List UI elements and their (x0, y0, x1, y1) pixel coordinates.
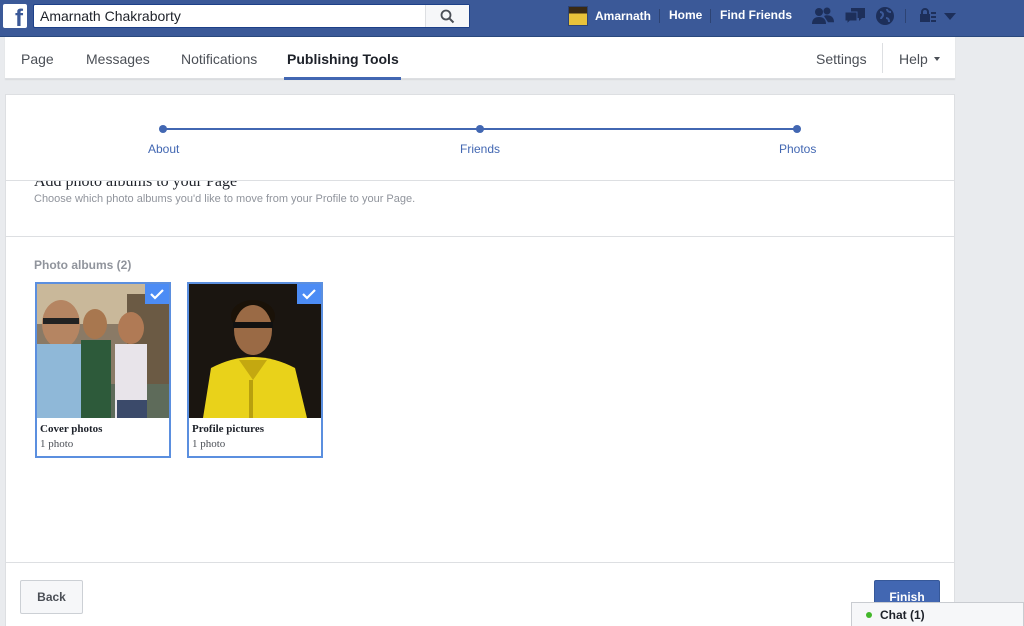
step-dot-photos (793, 125, 801, 133)
step-dot-friends (476, 125, 484, 133)
tab-settings[interactable]: Settings (816, 51, 867, 67)
chat-bar[interactable]: Chat (1) (851, 602, 1024, 626)
profile-link[interactable]: Amarnath (568, 5, 651, 27)
section-title: Add photo albums to your Page (34, 181, 238, 190)
footer-divider (6, 562, 954, 563)
progress-steps: About Friends Photos (6, 95, 954, 181)
find-friends-link[interactable]: Find Friends (720, 8, 792, 22)
help-label: Help (899, 51, 928, 67)
active-tab-indicator (284, 77, 401, 80)
privacy-lock-icon[interactable] (918, 6, 938, 26)
facebook-logo-icon[interactable]: f (3, 4, 27, 31)
friend-requests-icon[interactable] (811, 6, 835, 26)
intro-section: Add photo albums to your Page Choose whi… (6, 181, 954, 237)
checkmark-icon (150, 289, 164, 300)
top-bar: f Amarnath Home Find Friends (0, 0, 1024, 37)
album-card-cover-photos[interactable]: Cover photos 1 photo (35, 282, 171, 458)
tabs-divider (882, 43, 883, 73)
step-photos[interactable]: Photos (779, 142, 816, 156)
album-count: 1 photo (192, 438, 226, 450)
account-menu-arrow-icon[interactable] (943, 6, 957, 26)
messages-icon[interactable] (843, 6, 867, 26)
home-link[interactable]: Home (669, 8, 702, 22)
avatar (568, 6, 588, 26)
search-button[interactable] (425, 5, 469, 27)
online-status-icon (866, 612, 872, 618)
search-box (33, 4, 470, 28)
album-name: Profile pictures (192, 423, 264, 435)
profile-name: Amarnath (595, 9, 652, 23)
tab-notifications[interactable]: Notifications (181, 51, 257, 67)
step-friends[interactable]: Friends (460, 142, 500, 156)
tab-publishing-tools[interactable]: Publishing Tools (287, 51, 399, 67)
back-button[interactable]: Back (20, 580, 83, 614)
nav-divider (905, 9, 906, 23)
tab-page[interactable]: Page (21, 51, 54, 67)
nav-divider (710, 9, 711, 23)
tab-messages[interactable]: Messages (86, 51, 150, 67)
section-subtitle: Choose which photo albums you'd like to … (34, 193, 416, 205)
search-icon (440, 9, 455, 24)
checkmark-icon (302, 289, 316, 300)
album-thumbnail (189, 284, 321, 418)
selected-check (145, 284, 169, 304)
nav-divider (659, 9, 660, 23)
chevron-down-icon (933, 57, 940, 61)
notifications-globe-icon[interactable] (875, 6, 895, 26)
selected-check (297, 284, 321, 304)
album-card-profile-pictures[interactable]: Profile pictures 1 photo (187, 282, 323, 458)
album-name: Cover photos (40, 423, 103, 435)
migration-panel: About Friends Photos Add photo albums to… (5, 94, 955, 626)
albums-heading: Photo albums (2) (34, 258, 132, 272)
help-menu[interactable]: Help (899, 51, 941, 67)
album-count: 1 photo (40, 438, 74, 450)
chat-label: Chat (1) (880, 608, 925, 622)
search-input[interactable] (40, 7, 425, 25)
album-thumbnail (37, 284, 169, 418)
step-about[interactable]: About (148, 142, 179, 156)
step-dot-about (159, 125, 167, 133)
page-tabs-bar: Page Messages Notifications Publishing T… (5, 37, 955, 80)
